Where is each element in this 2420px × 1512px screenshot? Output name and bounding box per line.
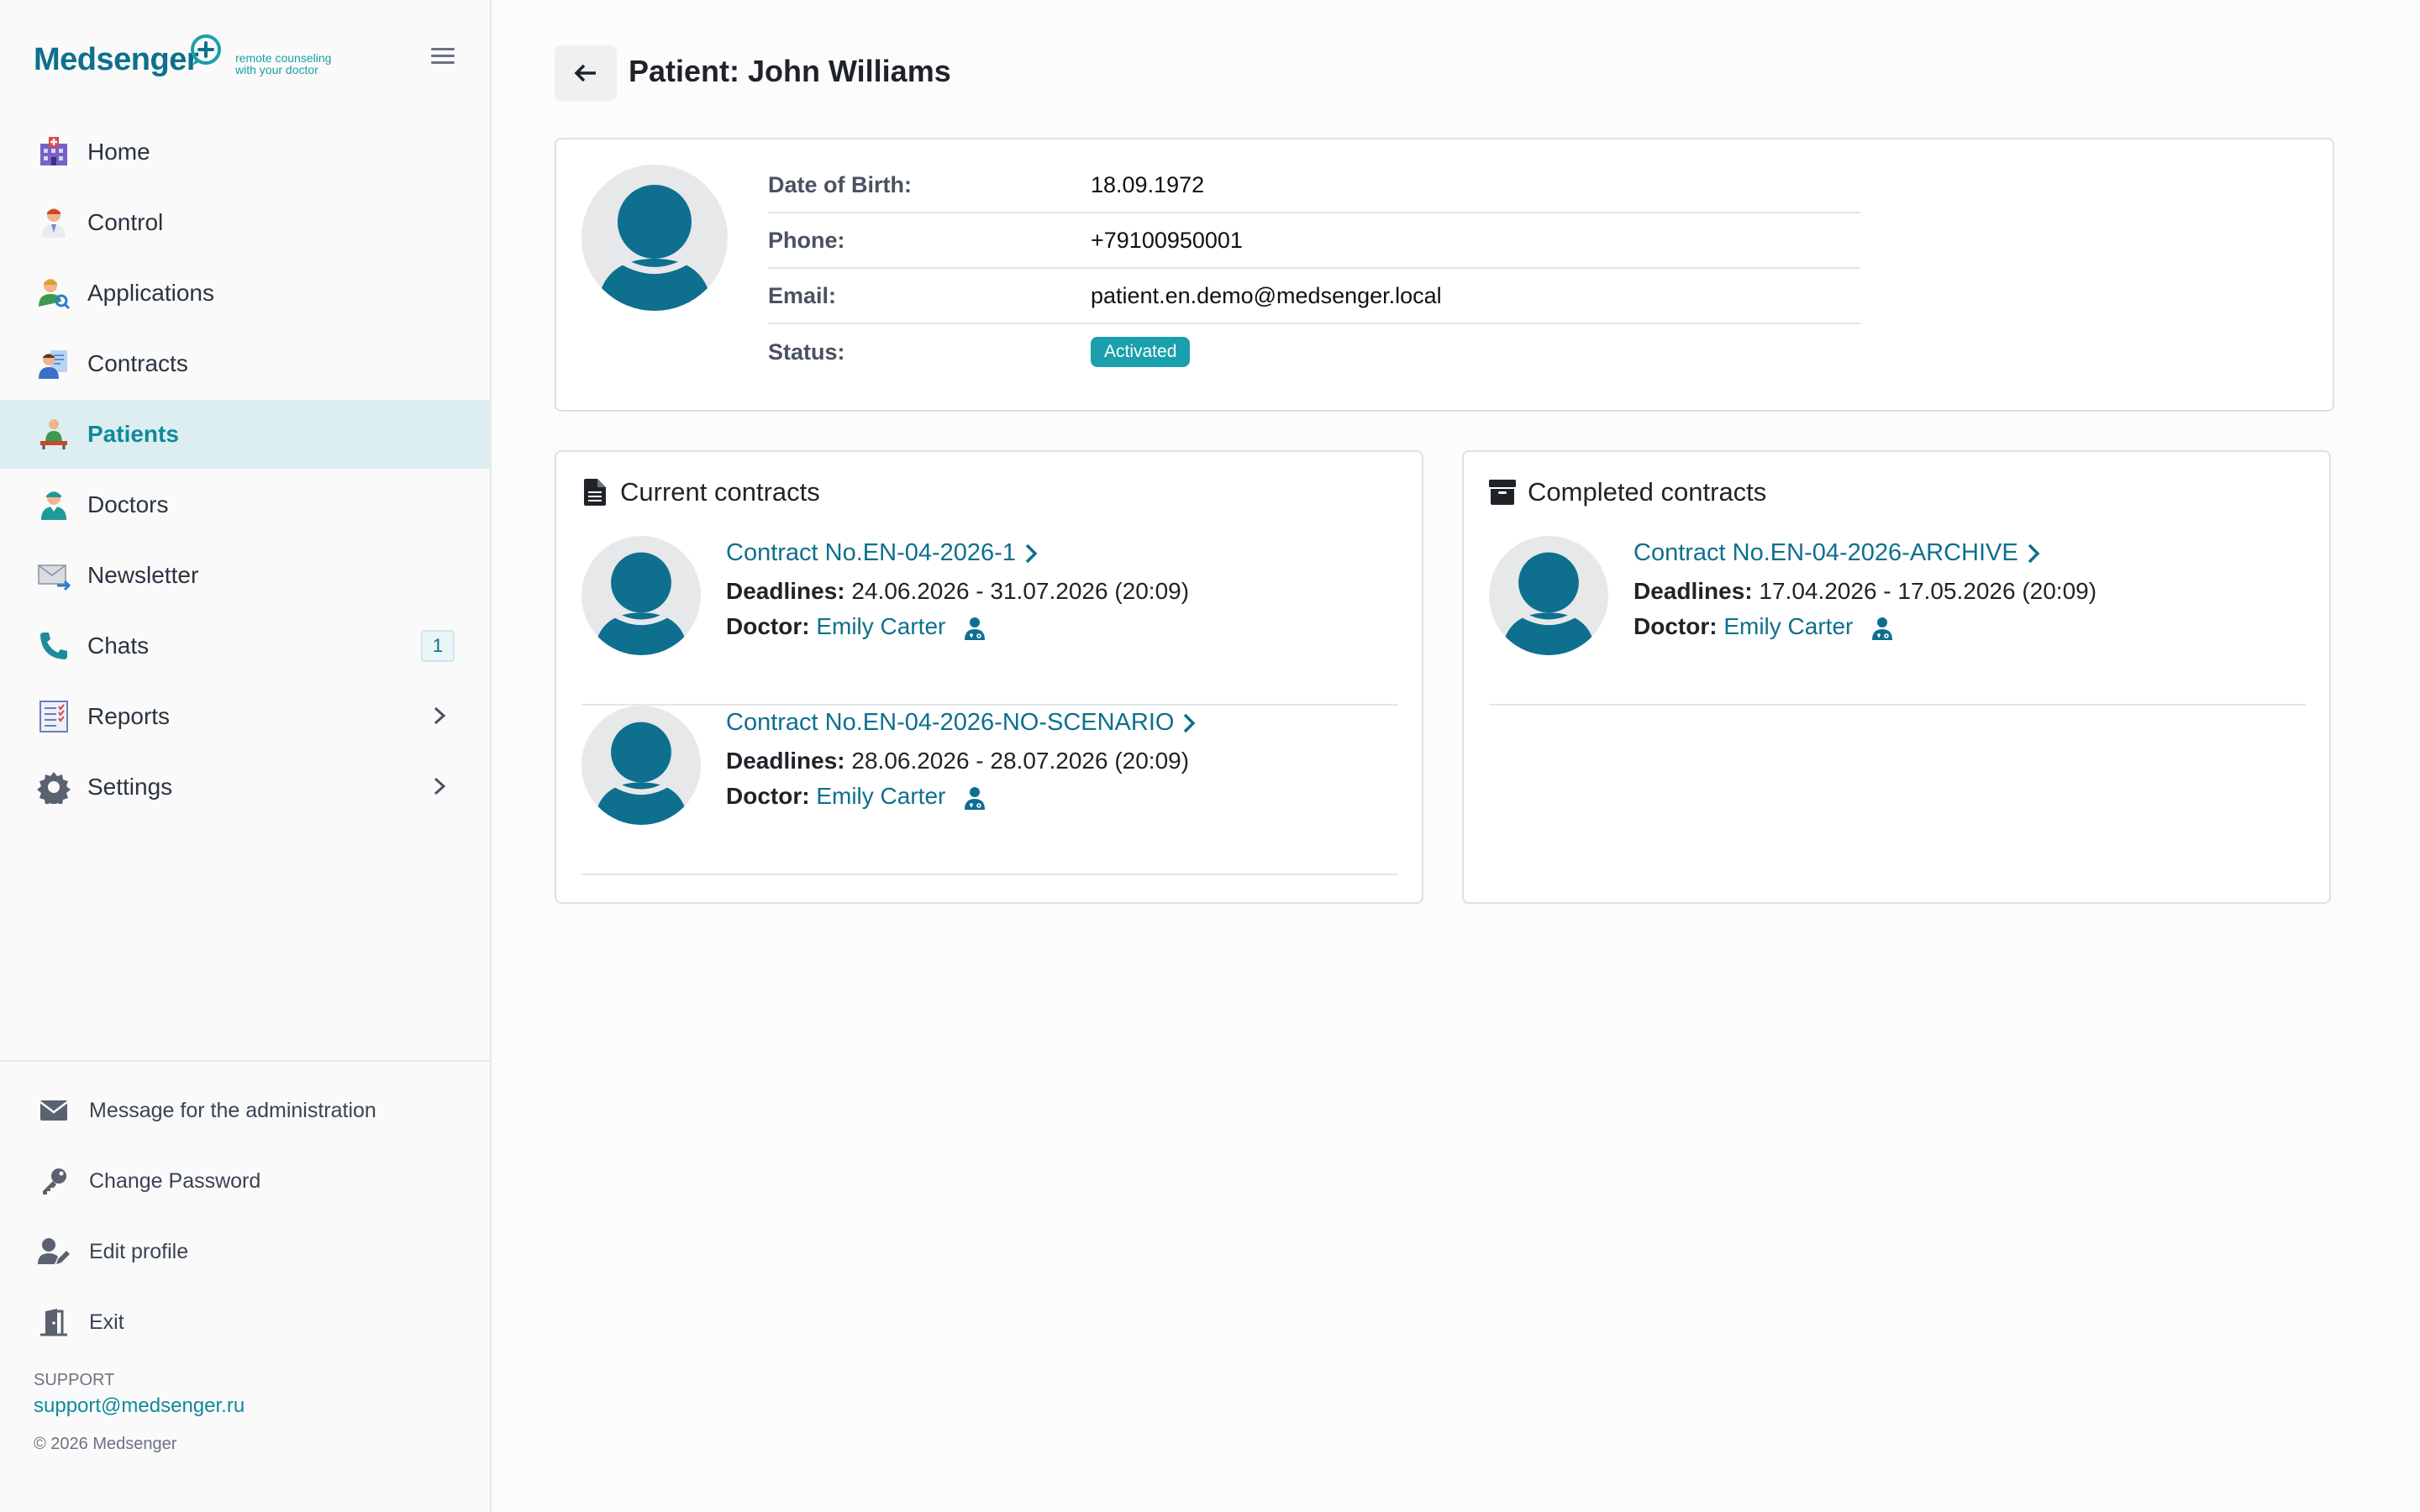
chevron-right-icon (2028, 543, 2040, 563)
exit-door-icon (37, 1305, 71, 1339)
contract-item: Contract No.EN-04-2026-ARCHIVE Deadlines… (1489, 536, 2306, 706)
sidebar-item-applications[interactable]: Applications (0, 259, 490, 328)
copyright-text: © 2026 Medsenger (34, 1435, 177, 1453)
brand-tagline: remote counseling with your doctor (235, 51, 332, 76)
archive-icon (1489, 480, 1516, 505)
chevron-right-icon (434, 706, 446, 725)
support-email-link[interactable]: support@medsenger.ru (34, 1394, 245, 1418)
brand-logo[interactable]: Medsenger (34, 42, 199, 78)
phone-icon (37, 629, 71, 663)
contract-deadlines: Deadlines: 17.04.2026 - 17.05.2026 (20:0… (1634, 578, 2097, 604)
chevron-right-icon (1184, 713, 1196, 732)
current-contracts-header: Current contracts (581, 477, 820, 507)
logo-plus-icon (191, 34, 221, 66)
contract-doctor: Doctor: Emily Carter (726, 783, 986, 810)
sidebar-item-reports[interactable]: Reports (0, 682, 490, 751)
support-label: SUPPORT (34, 1371, 115, 1389)
logo-row: Medsenger remote counseling with your do… (34, 34, 458, 84)
info-row-phone: Phone: +79100950001 (768, 213, 1860, 269)
completed-contracts-header: Completed contracts (1489, 477, 1766, 507)
info-row-dob: Date of Birth: 18.09.1972 (768, 158, 1860, 213)
contract-link[interactable]: Contract No.EN-04-2026-NO-SCENARIO (726, 709, 1196, 737)
sidebar-bottom-menu: Message for the administration Change Pa… (0, 1060, 490, 1357)
doctor-profile-icon[interactable] (1871, 617, 1893, 640)
chats-count-badge: 1 (421, 630, 455, 662)
edit-profile-link[interactable]: Edit profile (0, 1216, 490, 1287)
main-content: Patient: John Williams Date of Birth: 18… (492, 0, 2420, 1512)
contract-doctor: Doctor: Emily Carter (1634, 613, 1893, 640)
chevron-right-icon (1025, 543, 1038, 563)
patient-avatar (581, 165, 728, 311)
sidebar-item-doctors[interactable]: Doctors (0, 470, 490, 539)
back-button[interactable] (555, 45, 617, 101)
sidebar-item-contracts[interactable]: Contracts (0, 329, 490, 398)
mail-icon (37, 1094, 71, 1127)
contract-item: Contract No.EN-04-2026-1 Deadlines: 24.0… (581, 536, 1398, 706)
doctor-profile-icon[interactable] (964, 617, 986, 640)
contract-doctor: Doctor: Emily Carter (726, 613, 986, 640)
doctor-link[interactable]: Emily Carter (816, 783, 945, 809)
sidebar-item-home[interactable]: Home (0, 118, 490, 186)
sidebar-item-settings[interactable]: Settings (0, 753, 490, 822)
sidebar-item-control[interactable]: Control (0, 188, 490, 257)
patient-info-card: Date of Birth: 18.09.1972 Phone: +791009… (555, 138, 2334, 412)
contract-patient-avatar (581, 536, 701, 655)
change-password-link[interactable]: Change Password (0, 1146, 490, 1216)
user-search-icon (37, 276, 71, 310)
doctor-link[interactable]: Emily Carter (816, 613, 945, 639)
contract-icon (37, 347, 71, 381)
menu-toggle-icon[interactable] (428, 44, 458, 69)
hospital-icon (37, 135, 71, 169)
file-icon (584, 479, 606, 506)
status-badge: Activated (1091, 337, 1191, 367)
exit-link[interactable]: Exit (0, 1287, 490, 1357)
contract-item: Contract No.EN-04-2026-NO-SCENARIO Deadl… (581, 706, 1398, 875)
doctor-profile-icon[interactable] (964, 786, 986, 810)
patient-info-table: Date of Birth: 18.09.1972 Phone: +791009… (768, 158, 1860, 380)
envelope-arrow-icon (37, 559, 71, 592)
nurse-icon (37, 488, 71, 522)
contract-patient-avatar (581, 706, 701, 825)
doctor-icon (37, 206, 71, 239)
current-contracts-card: Current contracts Contract No.EN-04-2026… (555, 450, 1423, 904)
info-row-email: Email: patient.en.demo@medsenger.local (768, 269, 1860, 324)
sidebar-item-chats[interactable]: Chats 1 (0, 612, 490, 680)
sidebar-nav: Home Control Applications Contracts Pati… (0, 118, 490, 823)
info-row-status: Status: Activated (768, 324, 1860, 380)
report-icon (37, 700, 71, 733)
chevron-right-icon (434, 777, 446, 795)
message-admin-link[interactable]: Message for the administration (0, 1075, 490, 1146)
user-edit-icon (37, 1235, 71, 1268)
contract-link[interactable]: Contract No.EN-04-2026-1 (726, 539, 1038, 567)
contract-patient-avatar (1489, 536, 1608, 655)
sidebar: Medsenger remote counseling with your do… (0, 0, 492, 1512)
patient-icon (37, 417, 71, 451)
gear-icon (37, 770, 71, 804)
completed-contracts-card: Completed contracts Contract No.EN-04-20… (1462, 450, 2331, 904)
contract-deadlines: Deadlines: 24.06.2026 - 31.07.2026 (20:0… (726, 578, 1190, 604)
key-icon (37, 1164, 71, 1198)
sidebar-item-newsletter[interactable]: Newsletter (0, 541, 490, 610)
contract-deadlines: Deadlines: 28.06.2026 - 28.07.2026 (20:0… (726, 748, 1190, 774)
arrow-left-icon (574, 64, 596, 82)
page-title: Patient: John Williams (629, 54, 951, 88)
contract-link[interactable]: Contract No.EN-04-2026-ARCHIVE (1634, 539, 2040, 567)
doctor-link[interactable]: Emily Carter (1723, 613, 1853, 639)
sidebar-item-patients[interactable]: Patients (0, 400, 490, 469)
